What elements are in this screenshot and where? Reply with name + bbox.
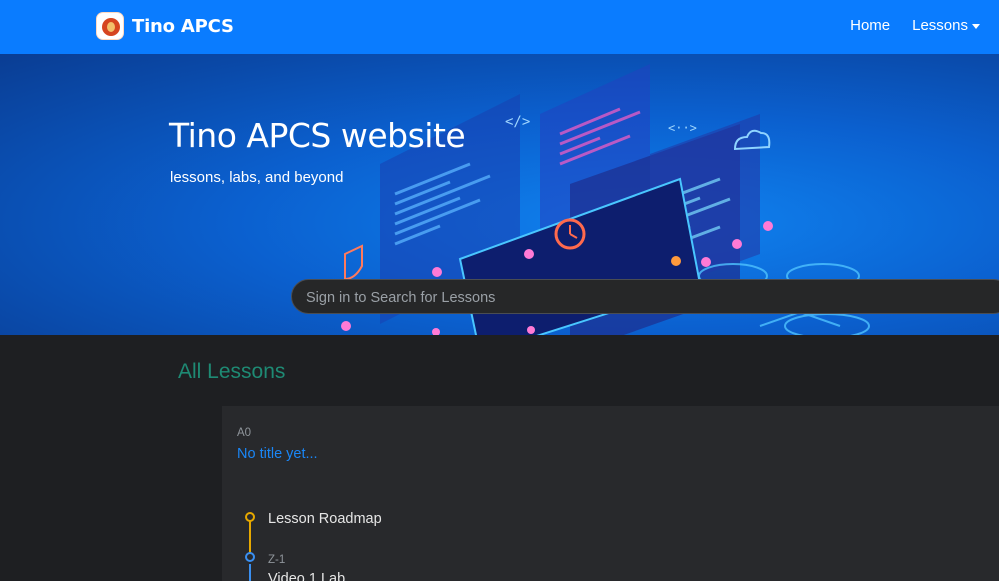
nav-lessons-label: Lessons — [912, 17, 968, 34]
hero-title: Tino APCS website — [169, 116, 466, 155]
school-logo-icon — [96, 12, 124, 40]
svg-text:<··>: <··> — [668, 121, 697, 135]
lesson-code: A0 — [237, 427, 252, 439]
timeline-line — [249, 520, 251, 554]
timeline-item-lab[interactable]: Video 1 Lab — [268, 571, 345, 581]
brand-name: Tino APCS — [132, 15, 234, 37]
lesson-card: A0 No title yet... Lesson Roadmap Z-1 Vi… — [222, 406, 999, 581]
nav-links: Home Lessons — [850, 17, 980, 34]
lesson-title-link[interactable]: No title yet... — [237, 446, 318, 462]
timeline-item-code: Z-1 — [268, 554, 286, 566]
hero-subtitle: lessons, labs, and beyond — [170, 169, 344, 186]
top-navbar: Tino APCS Home Lessons — [0, 0, 999, 54]
timeline-dot-icon — [245, 512, 255, 522]
timeline-line — [249, 564, 251, 581]
lesson-search-bar — [291, 279, 999, 314]
lesson-search-input[interactable] — [306, 288, 906, 308]
hero-banner: </> <··> Tino APCS website lessons, labs… — [0, 54, 999, 335]
all-lessons-heading: All Lessons — [178, 360, 286, 383]
nav-lessons-dropdown[interactable]: Lessons — [912, 17, 980, 34]
caret-down-icon — [972, 23, 980, 29]
brand-link[interactable]: Tino APCS — [96, 11, 234, 41]
timeline-dot-icon — [245, 552, 255, 562]
nav-home-link[interactable]: Home — [850, 17, 890, 34]
svg-text:</>: </> — [505, 114, 530, 130]
timeline-item-roadmap[interactable]: Lesson Roadmap — [268, 511, 382, 527]
